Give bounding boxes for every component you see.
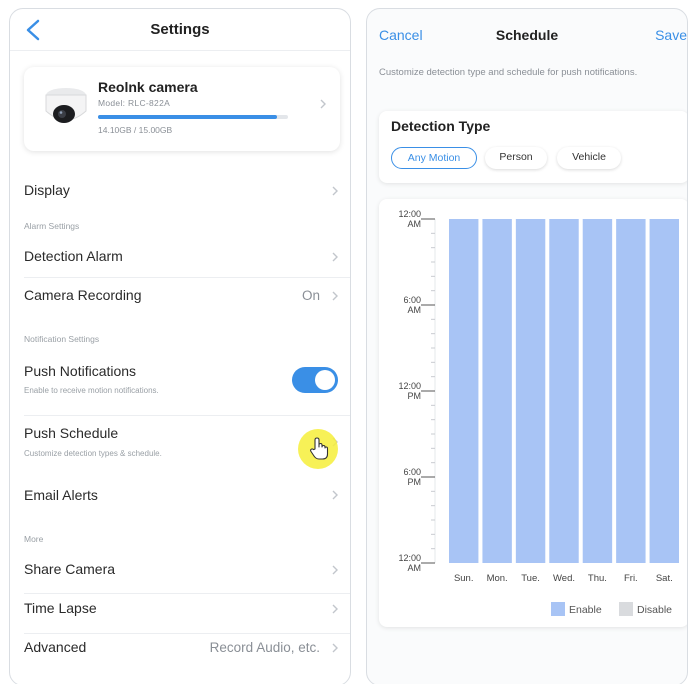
schedule-chart-card: 12:00 AM 6:00 AM 12:00 PM 6:00 PM 12:00 AM Sun. Mon…: [379, 199, 688, 627]
y-tick-label: 12:00: [398, 553, 421, 563]
divider: [24, 593, 350, 594]
push-notifications-label: Push Notifications: [24, 363, 137, 379]
camera-model: Model: RLC-822A: [98, 98, 171, 108]
camera-recording-row[interactable]: Camera Recording On: [10, 281, 350, 321]
chevron-right-icon: [332, 565, 338, 575]
detection-type-card: Detection Type Any Motion Person Vehicle: [379, 111, 687, 183]
legend-label-disable: Disable: [637, 604, 672, 616]
more-header: More: [24, 534, 44, 544]
x-tick-label: Thu.: [588, 573, 607, 584]
y-tick-label: AM: [408, 305, 422, 315]
schedule-bar-wed: [549, 219, 579, 563]
y-tick-label: AM: [408, 219, 422, 229]
detection-type-any-motion[interactable]: Any Motion: [391, 147, 477, 169]
storage-usage-text: 14.10GB / 15.00GB: [98, 125, 173, 135]
y-tick-label: PM: [408, 477, 422, 487]
display-label: Display: [24, 182, 70, 198]
settings-panel: Settings Reolnk camera Model: RLC-822A 1…: [9, 8, 351, 684]
email-alerts-label: Email Alerts: [24, 487, 98, 503]
legend-swatch-enable: [551, 602, 565, 616]
x-tick-label: Wed.: [553, 573, 575, 584]
x-tick-label: Fri.: [624, 573, 638, 584]
chevron-right-icon: [332, 604, 338, 614]
x-tick-label: Sun.: [454, 573, 474, 584]
divider: [24, 415, 350, 416]
settings-title: Settings: [150, 21, 210, 38]
x-tick-label: Mon.: [487, 573, 508, 584]
alarm-settings-header: Alarm Settings: [24, 221, 80, 231]
y-tick-label: PM: [408, 391, 422, 401]
push-schedule-label: Push Schedule: [24, 425, 119, 441]
chevron-right-icon: [320, 99, 326, 109]
legend-label-enable: Enable: [569, 604, 602, 616]
push-notifications-row: Push Notifications Enable to receive mot…: [10, 359, 350, 411]
detection-alarm-row[interactable]: Detection Alarm: [10, 241, 350, 281]
schedule-title: Schedule: [495, 27, 559, 43]
storage-progress-fill: [98, 115, 277, 119]
x-tick-label: Sat.: [656, 573, 673, 584]
detection-type-person[interactable]: Person: [485, 147, 547, 169]
schedule-bar-tue: [515, 219, 546, 563]
detection-type-vehicle[interactable]: Vehicle: [557, 147, 621, 169]
advanced-row[interactable]: Advanced Record Audio, etc.: [10, 635, 350, 675]
schedule-description: Customize detection type and schedule fo…: [379, 67, 638, 78]
email-alerts-row[interactable]: Email Alerts: [10, 483, 350, 523]
share-camera-label: Share Camera: [24, 561, 116, 577]
push-notifications-description: Enable to receive motion notifications.: [24, 386, 159, 395]
time-lapse-label: Time Lapse: [24, 600, 97, 616]
legend-swatch-disable: [619, 602, 633, 616]
y-tick-label: 6:00: [403, 467, 421, 477]
push-notifications-toggle[interactable]: [292, 367, 338, 393]
schedule-bar-fri: [616, 219, 646, 563]
schedule-bar-thu: [582, 219, 613, 563]
x-tick-label: Tue.: [521, 573, 540, 584]
chevron-right-icon: [332, 643, 338, 653]
time-lapse-row[interactable]: Time Lapse: [10, 597, 350, 635]
camera-name: Reolnk camera: [98, 79, 198, 95]
divider: [24, 277, 350, 278]
settings-header: Settings: [10, 9, 350, 51]
detection-type-title: Detection Type: [391, 118, 491, 134]
camera-card[interactable]: Reolnk camera Model: RLC-822A 14.10GB / …: [24, 67, 340, 151]
notification-settings-header: Notification Settings: [24, 334, 100, 344]
hand-pointer-icon: [310, 437, 329, 460]
storage-progress-bar: [98, 115, 288, 119]
display-row[interactable]: Display: [10, 169, 350, 213]
chevron-right-icon: [332, 291, 338, 301]
chevron-right-icon: [332, 252, 338, 262]
chevron-right-icon: [332, 490, 338, 500]
y-tick-label: 12:00: [398, 381, 421, 391]
camera-recording-value: On: [301, 288, 320, 303]
advanced-value: Record Audio, etc.: [209, 640, 320, 655]
camera-image-icon: [45, 88, 87, 123]
chevron-right-icon: [332, 186, 338, 196]
schedule-bar-sun: [449, 219, 479, 563]
toggle-knob: [315, 370, 335, 390]
detection-alarm-label: Detection Alarm: [24, 248, 123, 264]
y-tick-label: AM: [408, 563, 422, 573]
schedule-bar-mon: [482, 219, 512, 563]
schedule-panel: Cancel Schedule Save Customize detection…: [366, 8, 688, 684]
schedule-chart[interactable]: 12:00AM6:00AM12:00PM6:00PM12:00AMSun. Mon…: [379, 199, 688, 627]
schedule-bar-sat: [649, 219, 679, 563]
divider: [24, 633, 350, 634]
advanced-label: Advanced: [24, 639, 87, 655]
save-button[interactable]: Save: [655, 27, 687, 43]
camera-recording-label: Camera Recording: [24, 287, 142, 303]
y-tick-label: 12:00: [398, 209, 421, 219]
share-camera-row[interactable]: Share Camera: [10, 557, 350, 597]
y-tick-label: 6:00: [403, 295, 421, 305]
push-schedule-description: Customize detection types & schedule.: [24, 449, 162, 458]
